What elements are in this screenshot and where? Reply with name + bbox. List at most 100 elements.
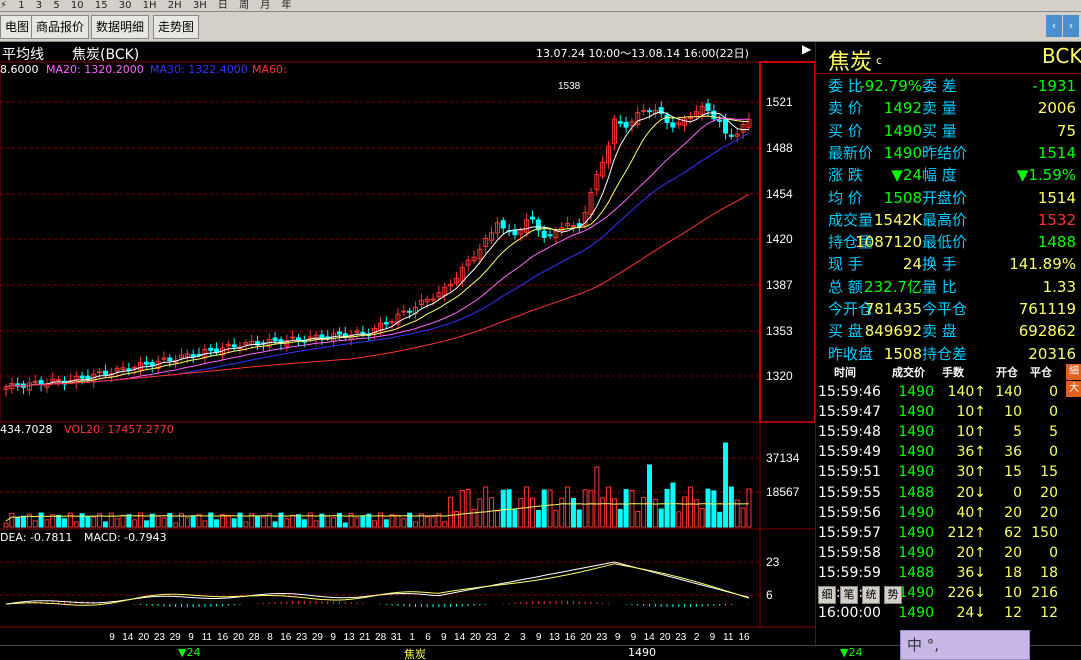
quote-value: 1514 [1037, 143, 1076, 162]
kline-chart[interactable]: 1521148814541420138713531320371341856723… [0, 42, 815, 645]
ma-line [5, 117, 749, 388]
quote-value: 781435 [864, 300, 922, 318]
tick-row[interactable]: 16:00:00 1490 24↓ 12 12 [816, 603, 1066, 623]
tab-trend[interactable]: 走势图 [153, 15, 200, 39]
period-5m[interactable]: 5 [53, 0, 59, 11]
x-tick-label: 9 [710, 632, 716, 643]
tick-row[interactable]: 15:59:58 1490 20↑ 20 0 [816, 543, 1066, 563]
tick-row[interactable]: 15:59:46 1490 140↑ 140 0 [816, 382, 1066, 402]
volume-bar [723, 442, 729, 528]
vol20-label: VOL20: 17457.2770 [64, 423, 174, 436]
volume-bar [687, 486, 693, 528]
side-tab-ticks[interactable]: 笔 [840, 586, 858, 604]
x-tick-label: 9 [330, 632, 336, 643]
tab-chart[interactable]: 电图 [0, 15, 35, 39]
period-year[interactable]: 年 [281, 0, 291, 11]
dea-label: DEA: -0.7811 [0, 531, 73, 544]
candle-body [102, 370, 108, 375]
quote-value: 1490 [883, 143, 922, 162]
candle-body [647, 110, 652, 113]
tick-row[interactable]: 15:59:55 1488 20↓ 0 20 [816, 483, 1066, 503]
tick-row[interactable]: 15:59:59 1488 36↓ 18 18 [816, 563, 1066, 583]
quote-row: 均 价 1508 开盘价 1514 [816, 187, 1081, 209]
tick-close: 5 [1049, 424, 1058, 441]
tick-close: 0 [1049, 544, 1058, 561]
period-month[interactable]: 月 [260, 0, 270, 11]
side-tab-stats[interactable]: 统 [862, 586, 880, 604]
period-30m[interactable]: 30 [119, 0, 132, 11]
x-tick-label: 13 [343, 632, 355, 643]
candle-body [401, 310, 407, 313]
side-tab-detail[interactable]: 细 [818, 586, 836, 604]
tick-row[interactable]: 15:59:56 1490 40↑ 20 20 [816, 503, 1066, 523]
tick-close: 20 [1040, 504, 1058, 521]
large-button[interactable]: 大 [1066, 381, 1081, 397]
tick-row[interactable]: 15:59:57 1490 212↑ 62 150 [816, 523, 1066, 543]
expand-icon[interactable]: ▶ [802, 42, 811, 56]
volume-bar [73, 521, 79, 528]
quote-label: 昨结价 [922, 143, 968, 162]
detail-button[interactable]: 細 [1066, 364, 1081, 380]
tick-row[interactable]: 15:59:47 1490 10↑ 10 0 [816, 402, 1066, 422]
volume-bar [453, 510, 459, 528]
volume-bar [114, 518, 120, 528]
period-week[interactable]: 周 [239, 0, 249, 11]
tick-price: 1490 [898, 404, 934, 421]
tab-quotes[interactable]: 商品报价 [31, 15, 90, 39]
quote-label: 涨 跌 [828, 166, 863, 185]
side-tab-trend[interactable]: 势 [884, 586, 902, 604]
quote-label: 最高价 [922, 210, 968, 229]
volume-bar [56, 514, 62, 528]
quote-label: 昨收盘 [828, 344, 874, 363]
volume-bar [611, 498, 617, 528]
quote-row: 卖 价 1492 卖 量 2006 [816, 97, 1081, 119]
candle-body [407, 310, 413, 313]
tick-qty: 20↓ [956, 484, 986, 501]
period-3m[interactable]: 3 [36, 0, 42, 11]
price-tick-label: 1420 [766, 232, 793, 246]
quote-label: 现 手 [828, 255, 863, 274]
period-15m[interactable]: 15 [95, 0, 108, 11]
volume-bar [3, 522, 9, 528]
volume-bar [9, 512, 15, 528]
period-10m[interactable]: 10 [71, 0, 84, 11]
period-day[interactable]: 日 [218, 0, 228, 11]
candle-body [664, 114, 670, 124]
volume-bar [120, 514, 126, 528]
volume-bar [658, 508, 664, 528]
candle-body [430, 298, 436, 301]
period-3h[interactable]: 3H [193, 0, 207, 11]
price-tick-label: 1387 [766, 278, 793, 292]
tick-qty: 36↓ [956, 564, 986, 581]
scroll-right-button[interactable]: › [1063, 15, 1079, 37]
period-1m[interactable]: 1 [18, 0, 24, 11]
scroll-left-button[interactable]: ‹ [1046, 15, 1062, 37]
toolbar-icon[interactable]: ⚡ [0, 0, 7, 11]
tick-time: 15:59:57 [818, 524, 881, 541]
volume-bar [512, 509, 518, 528]
tick-row[interactable]: 15:59:49 1490 36↑ 36 0 [816, 442, 1066, 462]
tab-details[interactable]: 数据明细 [91, 15, 150, 39]
chart-area[interactable]: 1521 1488 1454 1420 1387 1353 1320 37134 18567 23… [0, 42, 815, 645]
ime-indicator[interactable]: 中 °, [900, 630, 1030, 660]
volume-bar [699, 508, 705, 528]
tick-row[interactable]: 15:59:48 1490 10↑ 5 5 [816, 422, 1066, 442]
volume-bar [108, 512, 114, 528]
tick-price: 1490 [898, 424, 934, 441]
volume-bar [576, 509, 582, 528]
volume-bar [219, 514, 225, 528]
tick-open: 10 [1004, 585, 1022, 601]
tick-qty: 212↑ [947, 524, 986, 541]
period-1h[interactable]: 1H [143, 0, 157, 11]
x-tick-label: 29 [312, 632, 324, 643]
tick-row[interactable]: 15:59:51 1490 30↑ 15 15 [816, 462, 1066, 482]
volume-bar [424, 516, 430, 528]
volume-bar [62, 518, 67, 528]
macd-label: MACD: -0.7943 [84, 531, 167, 544]
tick-close: 15 [1040, 464, 1058, 481]
tick-price: 1488 [898, 564, 934, 581]
period-2h[interactable]: 2H [168, 0, 182, 11]
tick-time: 15:59:58 [818, 544, 881, 561]
quote-label: 买 盘 [828, 322, 863, 341]
ma30-label: MA30: 1322.4000 [150, 63, 248, 76]
